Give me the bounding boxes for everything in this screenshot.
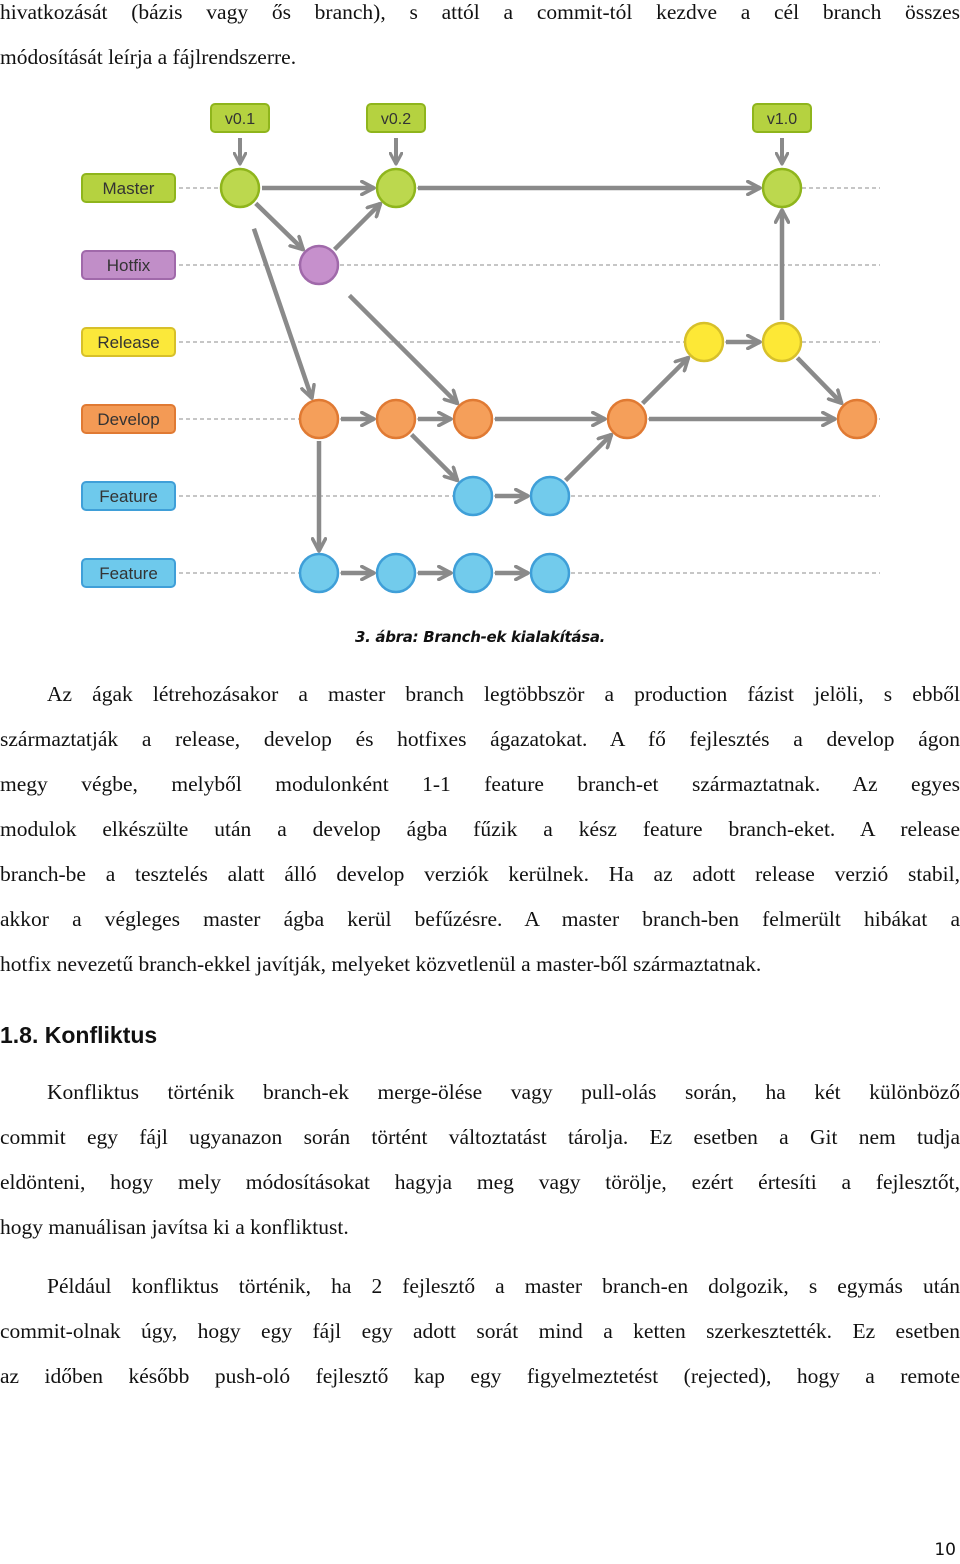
commit-node-fb4 [529,552,571,594]
commit-node-h1 [298,244,340,286]
paragraph1-line-4: modulok elkészülte után a develop ágba f… [0,817,960,841]
version-tag-text: v1.0 [767,111,797,128]
commit-node-m2 [375,167,417,209]
branch-label-hotfix: Hotfix [81,250,176,280]
version-tag-v0.2: v0.2 [366,103,426,164]
paragraph1-line-1: Az ágak létrehozásakor a master branch l… [47,682,960,706]
commit-node-d2 [375,398,417,440]
paragraph2-line-2: commit egy fájl ugyanazon során történt … [0,1125,960,1149]
branch-label-release: Release [81,327,176,357]
edge-h1-to-d3 [347,293,457,403]
edge-d4-to-r1 [640,358,689,406]
paragraph1-line-6: akkor a végleges master ágba kerül befűz… [0,907,960,931]
section-heading: 1.8. Konfliktus [0,1022,158,1048]
branch-label-text: Feature [99,564,158,583]
version-tag-v0.1: v0.1 [210,103,270,164]
intro-line-1: hivatkozását (bázis vagy ős branch), s a… [0,0,960,24]
commit-node-fb1 [298,552,340,594]
commit-node-d5 [836,398,878,440]
branch-label-text: Master [103,179,155,198]
commit-node-r2 [761,321,803,363]
commit-node-m3 [761,167,803,209]
commit-node-m1 [219,167,261,209]
branching-diagram: Master Hotfix Release Develop Feature Feature… [81,103,880,594]
commit-node-d4 [606,398,648,440]
commit-node-fa2 [529,475,571,517]
branch-label-text: Release [97,333,159,352]
paragraph3-line-3: az időben később push-oló fejlesztő kap … [0,1364,960,1388]
branch-label-feature: Feature [81,558,176,588]
branch-label-text: Develop [97,410,159,429]
page-number: 10 [934,1540,956,1560]
branch-label-feature: Feature [81,481,176,511]
edge-h1-to-m2 [332,204,381,252]
paragraph1-line-5: branch-be a tesztelés alatt álló develop… [0,862,960,886]
branch-label-develop: Develop [81,404,176,434]
branch-label-master: Master [81,173,176,203]
paragraph3-line-1: Például konfliktus történik, ha 2 fejles… [47,1274,960,1298]
edge-r2-to-d5 [795,356,841,403]
commit-node-fb2 [375,552,417,594]
paragraph1-line-7: hotfix nevezetű branch-ekkel javítják, m… [0,952,762,976]
edge-m1-to-h1 [254,201,303,249]
paragraph2-line-1: Konfliktus történik branch-ek merge-ölés… [47,1080,960,1104]
intro-line-2: módosítását leírja a fájlrendszerre. [0,45,297,69]
commit-node-d3 [452,398,494,440]
paragraph2-line-4: hogy manuálisan javítsa ki a konfliktust… [0,1215,349,1239]
paragraph1-line-3: megy végbe, melyből modulonként 1-1 feat… [0,772,960,796]
paragraph2-line-3: eldönteni, hogy mely módosításokat hagyj… [0,1170,960,1194]
paragraph3-line-2: commit-olnak úgy, hogy egy fájl egy adot… [0,1319,960,1343]
figure-caption: 3. ábra: Branch-ek kialakítása. [354,628,606,646]
version-tag-v1.0: v1.0 [752,103,812,164]
commit-node-fb3 [452,552,494,594]
edge-fa2-to-d4 [563,435,612,483]
paragraph1-line-2: származtatják a release, develop és hotf… [0,727,960,751]
commit-node-fa1 [452,475,494,517]
version-tag-text: v0.2 [381,111,411,128]
branch-label-text: Feature [99,487,158,506]
branch-label-text: Hotfix [107,256,151,275]
commit-node-d1 [298,398,340,440]
commit-node-r1 [683,321,725,363]
version-tag-text: v0.1 [225,111,255,128]
edge-d2-to-fa1 [409,432,458,481]
